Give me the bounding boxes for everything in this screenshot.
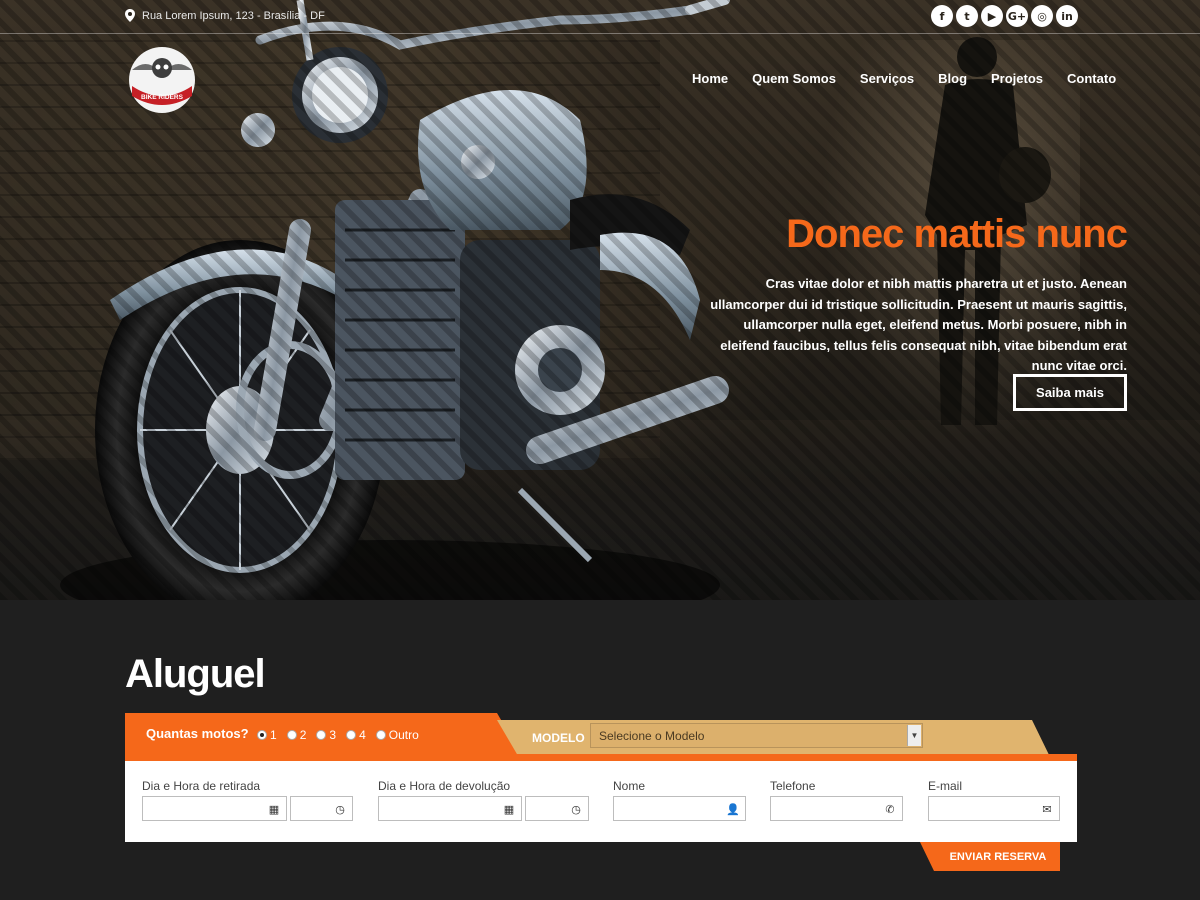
address-info: Rua Lorem Ipsum, 123 - Brasília - DF [125, 9, 325, 22]
nav-item-servicos[interactable]: Serviços [860, 71, 914, 86]
user-icon: 👤 [726, 802, 740, 816]
clock-icon: ◷ [571, 802, 581, 816]
instagram-icon[interactable]: ◎ [1031, 5, 1053, 27]
pickup-time-input[interactable]: ◷ [290, 796, 353, 821]
nav-item-blog[interactable]: Blog [938, 71, 967, 86]
radio-button[interactable] [346, 730, 357, 740]
radio-label: 1 [270, 728, 277, 742]
clock-icon: ◷ [335, 802, 345, 816]
return-label: Dia e Hora de devolução [378, 779, 511, 793]
motorcycle-image [60, 0, 730, 600]
phone-icon: ✆ [885, 802, 895, 816]
facebook-icon[interactable]: f [931, 5, 953, 27]
nav-item-projetos[interactable]: Projetos [991, 71, 1043, 86]
nav-item-home[interactable]: Home [692, 71, 728, 86]
radio-button[interactable] [316, 730, 327, 740]
hero-title: Donec mattis nunc [786, 212, 1128, 256]
radio-label: 2 [299, 728, 307, 742]
nav-item-contato[interactable]: Contato [1067, 71, 1116, 86]
model-label: MODELO [532, 731, 585, 745]
map-marker-icon [125, 9, 135, 22]
radio-qty-3[interactable]: 3 [316, 728, 336, 742]
site-logo[interactable]: BIKE RIDERS [126, 44, 198, 116]
phone-label: Telefone [770, 779, 816, 793]
top-bar: Rua Lorem Ipsum, 123 - Brasília - DF f t… [0, 0, 1200, 34]
radio-qty-1[interactable]: 1 [257, 728, 277, 742]
email-label: E-mail [928, 779, 963, 793]
envelope-icon: ✉ [1042, 802, 1052, 816]
radio-button[interactable] [286, 730, 297, 740]
radio-qty-4[interactable]: 4 [346, 728, 366, 742]
submit-reservation-button[interactable]: ENVIAR RESERVA [920, 842, 1060, 871]
email-input[interactable]: ✉ [928, 796, 1060, 821]
quantity-radio-group: 1 2 3 4 Outro [257, 728, 419, 742]
pickup-label: Dia e Hora de retirada [142, 779, 261, 793]
radio-qty-2[interactable]: 2 [286, 728, 307, 742]
return-date-input[interactable]: ▦ [378, 796, 522, 821]
rental-form-header: Quantas motos? 1 2 3 4 Outro MODELO Sele… [125, 713, 1077, 761]
radio-label: Outro [388, 728, 419, 742]
radio-label: 4 [359, 728, 366, 742]
twitter-icon[interactable]: t [956, 5, 978, 27]
social-links: f t ▶ G+ ◎ in [931, 5, 1078, 27]
hero-description: Cras vitae dolor et nibh mattis pharetra… [710, 276, 1127, 373]
model-select-value: Selecione o Modelo [599, 729, 705, 743]
calendar-icon: ▦ [503, 802, 515, 816]
phone-input[interactable]: ✆ [770, 796, 903, 821]
rental-form-body: Dia e Hora de retirada ▦ ◷ Dia e Hora de… [125, 761, 1077, 842]
nav-item-quem-somos[interactable]: Quem Somos [752, 71, 836, 86]
section-title: Aluguel [125, 652, 266, 696]
model-select[interactable]: Selecione o Modelo ▼ [590, 723, 923, 748]
youtube-icon[interactable]: ▶ [981, 5, 1003, 27]
radio-label: 3 [329, 728, 337, 742]
saiba-mais-button[interactable]: Saiba mais [1013, 374, 1127, 411]
radio-button[interactable] [257, 730, 267, 740]
header-divider [125, 754, 1077, 761]
address-text: Rua Lorem Ipsum, 123 - Brasília - DF [142, 9, 325, 22]
return-time-input[interactable]: ◷ [525, 796, 589, 821]
logo-text: BIKE RIDERS [141, 94, 184, 101]
linkedin-icon[interactable]: in [1056, 5, 1078, 27]
google-plus-icon[interactable]: G+ [1006, 5, 1028, 27]
radio-qty-outro[interactable]: Outro [375, 728, 419, 742]
main-nav: Home Quem Somos Serviços Blog Projetos C… [692, 71, 1116, 86]
radio-button[interactable] [375, 730, 386, 740]
chevron-down-icon[interactable]: ▼ [907, 725, 921, 746]
name-input[interactable]: 👤 [613, 796, 746, 821]
calendar-icon: ▦ [268, 802, 280, 816]
name-label: Nome [613, 779, 646, 793]
quantity-label: Quantas motos? [146, 726, 249, 741]
pickup-date-input[interactable]: ▦ [142, 796, 287, 821]
